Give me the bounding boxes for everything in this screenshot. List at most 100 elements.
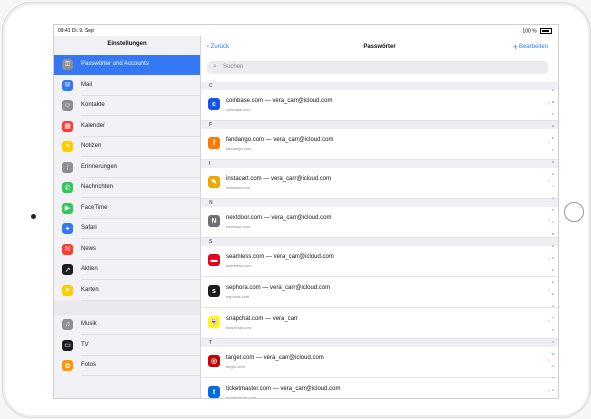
settings-sidebar: Einstellungen ⚿ Passwörter und Accounts ✉ M…	[54, 36, 201, 398]
password-row[interactable]: t ticketmaster.com — vera_carr@icloud.com…	[201, 378, 558, 398]
section-index[interactable]: ABCDEFGHIJKLMNOPQRSTUVWXYZ#	[550, 84, 556, 394]
index-letter[interactable]: Z	[550, 384, 556, 396]
sidebar-item-label: Fotos	[81, 362, 97, 368]
divider	[81, 375, 200, 376]
reminders-icon: ⋮	[62, 161, 73, 173]
sidebar-item-calendar[interactable]: ▦ Kalender	[54, 117, 200, 137]
index-letter[interactable]: K	[550, 204, 556, 216]
row-subtitle: nextdoor.com	[226, 224, 251, 229]
row-subtitle: snapchat.com	[226, 325, 251, 330]
passwords-panel: ‹ Zurück Passwörter + Bearbeiten ⌕ Suche…	[201, 36, 558, 398]
section-header: N	[201, 199, 558, 207]
home-button[interactable]	[564, 202, 584, 222]
password-row[interactable]: s sephora.com — vera_carr@icloud.com sepho…	[201, 277, 558, 308]
password-row[interactable]: ◎ target.com — vera_carr@icloud.com target…	[201, 347, 558, 378]
password-row[interactable]: c coinbase.com — vera_carr@icloud.com coin…	[201, 90, 558, 121]
coinbase-icon: c	[208, 98, 220, 110]
index-letter[interactable]: A	[550, 84, 556, 96]
search-placeholder: Suchen	[223, 64, 244, 70]
index-letter[interactable]: X	[550, 360, 556, 372]
index-letter[interactable]: T	[550, 312, 556, 324]
index-letter[interactable]: E	[550, 132, 556, 144]
row-title: nextdoor.com — vera_carr@icloud.com	[226, 215, 332, 221]
index-letter[interactable]: M	[550, 228, 556, 240]
sidebar-item-photos[interactable]: ✿ Fotos	[54, 356, 200, 376]
sidebar-item-news[interactable]: N News	[54, 240, 200, 260]
nextdoor-icon: N	[208, 215, 220, 227]
index-letter[interactable]: O	[550, 252, 556, 264]
sidebar-item-contacts[interactable]: ☺ Kontakte	[54, 96, 200, 116]
index-letter[interactable]: I	[550, 180, 556, 192]
section-letter: N	[209, 200, 213, 206]
index-letter[interactable]: P	[550, 264, 556, 276]
sidebar-item-music[interactable]: ♫ Musik	[54, 315, 200, 335]
password-row[interactable]: Nnextdoor.com — vera_carr@icloud.comnext…	[201, 207, 558, 238]
index-letter[interactable]: S	[550, 300, 556, 312]
safari-icon: ✦	[62, 223, 73, 234]
section-header: C	[201, 82, 558, 90]
sephora-icon: s	[208, 285, 220, 297]
index-letter[interactable]: Q	[550, 276, 556, 288]
sidebar-item-notes[interactable]: ≡ Notizen	[54, 137, 200, 157]
section-header: T	[201, 339, 558, 347]
nav-bar: ‹ Zurück Passwörter + Bearbeiten	[201, 36, 558, 58]
index-letter[interactable]: F	[550, 144, 556, 156]
stocks-icon: ↗	[62, 264, 73, 275]
sidebar-item-label: TV	[81, 341, 89, 348]
index-letter[interactable]: Y	[550, 372, 556, 384]
row-subtitle: instacart.com	[226, 185, 250, 190]
row-title: instacart.com — vera_carr@icloud.com	[226, 176, 332, 182]
index-letter[interactable]: G	[550, 156, 556, 168]
row-title: ticketmaster.com — vera_carr@icloud.com	[226, 386, 341, 392]
sidebar-item-label: Nachrichten	[81, 184, 114, 190]
row-subtitle: sephora.com	[226, 294, 250, 299]
section-letter: S	[209, 239, 213, 245]
sidebar-group-gap	[54, 301, 200, 315]
facetime-icon: ▶	[62, 202, 73, 214]
section-letter: T	[209, 340, 213, 346]
section-header: I	[201, 160, 558, 168]
sidebar-item-mail[interactable]: ✉ Mail	[54, 76, 200, 96]
tv-icon: ▭	[62, 339, 73, 351]
index-letter[interactable]: N	[550, 240, 556, 252]
page-title: Passwörter	[363, 44, 396, 50]
index-letter[interactable]: U	[550, 324, 556, 336]
edit-button[interactable]: Bearbeiten	[519, 44, 548, 50]
index-letter[interactable]: L	[550, 216, 556, 228]
password-row[interactable]: f fandango.com — vera_carr@icloud.com fand…	[201, 129, 558, 160]
index-letter[interactable]: J	[550, 192, 556, 204]
sidebar-item-facetime[interactable]: ▶ FaceTime	[54, 199, 200, 219]
row-title: seamless.com — vera_carr@icloud.com	[226, 254, 334, 260]
key-icon: ⚿	[62, 59, 73, 70]
sidebar-item-messages[interactable]: ✆ Nachrichten	[54, 178, 200, 198]
target-icon: ◎	[208, 355, 220, 367]
sidebar-item-label: Mail	[81, 81, 93, 88]
add-button[interactable]: +	[513, 42, 518, 52]
password-row[interactable]: ✎ instacart.com — vera_carr@icloud.com ins…	[201, 168, 558, 199]
index-letter[interactable]: D	[550, 120, 556, 132]
notes-icon: ≡	[62, 141, 73, 152]
index-letter[interactable]: H	[550, 168, 556, 180]
sidebar-item-key[interactable]: ⚿ Passwörter und Accounts	[54, 55, 200, 75]
index-letter[interactable]: B	[550, 96, 556, 108]
row-title: target.com — vera_carr@icloud.com	[226, 355, 324, 361]
row-title: coinbase.com — vera_carr@icloud.com	[226, 98, 333, 104]
sidebar-item-maps[interactable]: ➤ Karten	[54, 281, 200, 301]
sidebar-item-tv[interactable]: ▭ TV	[54, 336, 200, 356]
sidebar-item-label: Passwörter und Accounts	[81, 61, 149, 67]
news-icon: N	[62, 243, 73, 255]
row-subtitle: fandango.com	[226, 146, 252, 151]
password-row[interactable]: ▬ seamless.com — vera_carr@icloud.com seam…	[201, 246, 558, 277]
sidebar-item-stocks[interactable]: ↗ Aktien	[54, 260, 200, 280]
index-letter[interactable]: V	[550, 336, 556, 348]
sidebar-item-safari[interactable]: ✦ Safari	[54, 219, 200, 239]
search-input[interactable]: ⌕ Suchen	[207, 61, 548, 74]
section-letter: F	[209, 122, 213, 128]
sidebar-item-label: Safari	[81, 225, 97, 231]
index-letter[interactable]: R	[550, 288, 556, 300]
password-row[interactable]: 👻 snapchat.com — vera_carr snapchat.com ›	[201, 308, 558, 339]
index-letter[interactable]: C	[550, 108, 556, 120]
index-letter[interactable]: #	[550, 396, 556, 398]
index-letter[interactable]: W	[550, 348, 556, 360]
sidebar-item-reminders[interactable]: ⋮ Erinnerungen	[54, 158, 200, 178]
